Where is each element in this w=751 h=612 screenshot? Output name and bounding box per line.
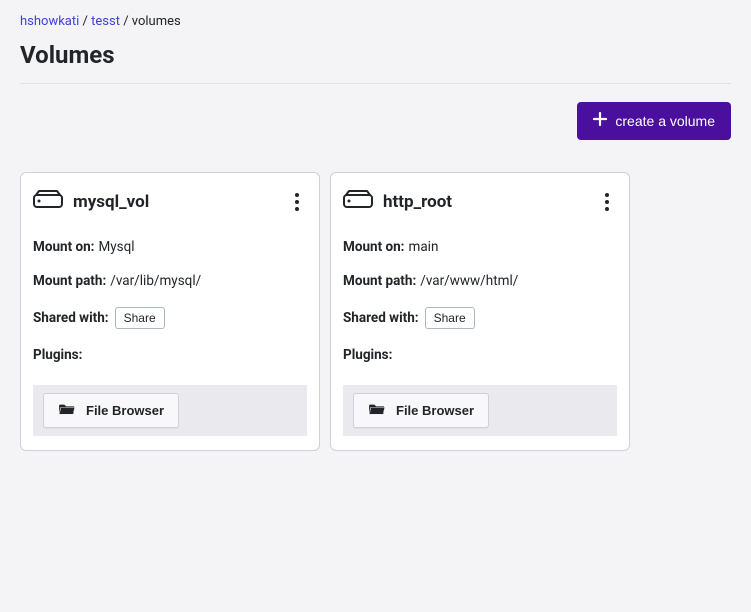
card-header: mysql_vol (33, 189, 307, 215)
more-vertical-icon (295, 193, 299, 197)
share-button[interactable]: Share (425, 307, 475, 329)
card-header: http_root (343, 189, 617, 215)
plugins-label: Plugins: (33, 347, 82, 363)
share-button[interactable]: Share (115, 307, 165, 329)
hard-drive-icon (33, 190, 63, 214)
plugins-row: Plugins: (33, 347, 307, 363)
folder-open-icon (58, 402, 76, 419)
card-title-wrap: mysql_vol (33, 190, 149, 214)
volume-card: mysql_vol Mount on: Mysql Mount path: /v… (20, 172, 320, 451)
breadcrumb: hshowkati / tesst / volumes (20, 14, 731, 29)
shared-with-row: Shared with: Share (343, 307, 617, 329)
volume-cards: mysql_vol Mount on: Mysql Mount path: /v… (20, 172, 731, 451)
file-browser-button[interactable]: File Browser (353, 393, 489, 428)
volume-card: http_root Mount on: main Mount path: /va… (330, 172, 630, 451)
file-browser-label: File Browser (86, 403, 164, 418)
volume-name: http_root (383, 192, 452, 212)
shared-with-label: Shared with: (343, 310, 419, 326)
mount-on-label: Mount on: (33, 239, 94, 255)
toolbar: create a volume (20, 102, 731, 140)
mount-path-value: /var/lib/mysql/ (110, 273, 201, 289)
file-browser-button[interactable]: File Browser (43, 393, 179, 428)
mount-path-value: /var/www/html/ (420, 273, 518, 289)
breadcrumb-sep: / (123, 14, 132, 29)
page-title: Volumes (20, 41, 731, 69)
plugins-bar: File Browser (33, 385, 307, 436)
more-options-button[interactable] (597, 189, 617, 215)
folder-open-icon (368, 402, 386, 419)
breadcrumb-current: volumes (132, 14, 181, 29)
create-volume-label: create a volume (615, 113, 715, 129)
mount-path-label: Mount path: (343, 273, 416, 289)
plugins-bar: File Browser (343, 385, 617, 436)
plugins-label: Plugins: (343, 347, 392, 363)
mount-on-row: Mount on: main (343, 239, 617, 255)
mount-path-row: Mount path: /var/www/html/ (343, 273, 617, 289)
divider (20, 83, 731, 84)
breadcrumb-link-0[interactable]: hshowkati (20, 14, 79, 29)
mount-on-value: Mysql (98, 239, 134, 255)
breadcrumb-link-1[interactable]: tesst (91, 14, 120, 29)
mount-on-row: Mount on: Mysql (33, 239, 307, 255)
more-options-button[interactable] (287, 189, 307, 215)
plus-icon (593, 112, 607, 130)
mount-on-value: main (408, 239, 438, 255)
create-volume-button[interactable]: create a volume (577, 102, 731, 140)
card-title-wrap: http_root (343, 190, 452, 214)
file-browser-label: File Browser (396, 403, 474, 418)
shared-with-row: Shared with: Share (33, 307, 307, 329)
mount-on-label: Mount on: (343, 239, 404, 255)
hard-drive-icon (343, 190, 373, 214)
mount-path-label: Mount path: (33, 273, 106, 289)
mount-path-row: Mount path: /var/lib/mysql/ (33, 273, 307, 289)
shared-with-label: Shared with: (33, 310, 109, 326)
volume-name: mysql_vol (73, 192, 149, 212)
plugins-row: Plugins: (343, 347, 617, 363)
breadcrumb-sep: / (83, 14, 92, 29)
more-vertical-icon (605, 193, 609, 197)
